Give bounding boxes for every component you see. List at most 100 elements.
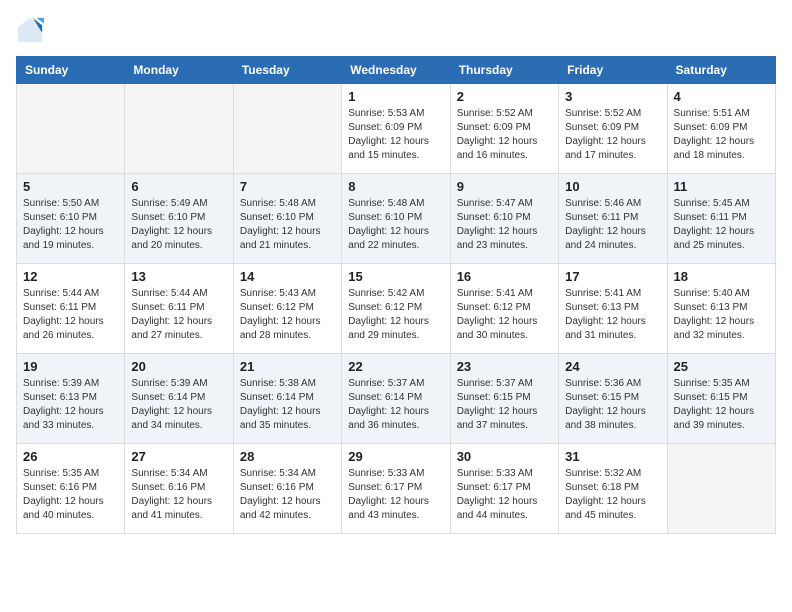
calendar-table: SundayMondayTuesdayWednesdayThursdayFrid… bbox=[16, 56, 776, 534]
day-number: 9 bbox=[457, 179, 552, 194]
logo bbox=[16, 16, 50, 44]
calendar-cell: 29 Sunrise: 5:33 AMSunset: 6:17 PMDayligh… bbox=[342, 444, 450, 534]
day-number: 30 bbox=[457, 449, 552, 464]
day-number: 5 bbox=[23, 179, 118, 194]
day-number: 23 bbox=[457, 359, 552, 374]
day-number: 11 bbox=[674, 179, 769, 194]
weekday-header-tuesday: Tuesday bbox=[233, 57, 341, 84]
day-number: 10 bbox=[565, 179, 660, 194]
day-info: Sunrise: 5:34 AMSunset: 6:16 PMDaylight:… bbox=[131, 467, 226, 523]
calendar-cell bbox=[125, 84, 233, 174]
calendar-cell: 19 Sunrise: 5:39 AMSunset: 6:13 PMDayligh… bbox=[17, 354, 125, 444]
day-number: 7 bbox=[240, 179, 335, 194]
day-info: Sunrise: 5:40 AMSunset: 6:13 PMDaylight:… bbox=[674, 287, 769, 343]
weekday-header-thursday: Thursday bbox=[450, 57, 558, 84]
day-number: 3 bbox=[565, 89, 660, 104]
day-number: 21 bbox=[240, 359, 335, 374]
calendar-cell: 15 Sunrise: 5:42 AMSunset: 6:12 PMDayligh… bbox=[342, 264, 450, 354]
calendar-cell: 23 Sunrise: 5:37 AMSunset: 6:15 PMDayligh… bbox=[450, 354, 558, 444]
calendar-week-row: 1 Sunrise: 5:53 AMSunset: 6:09 PMDaylight… bbox=[17, 84, 776, 174]
day-info: Sunrise: 5:38 AMSunset: 6:14 PMDaylight:… bbox=[240, 377, 335, 433]
day-info: Sunrise: 5:45 AMSunset: 6:11 PMDaylight:… bbox=[674, 197, 769, 253]
weekday-header-monday: Monday bbox=[125, 57, 233, 84]
calendar-cell: 4 Sunrise: 5:51 AMSunset: 6:09 PMDaylight… bbox=[667, 84, 775, 174]
day-info: Sunrise: 5:48 AMSunset: 6:10 PMDaylight:… bbox=[240, 197, 335, 253]
day-number: 25 bbox=[674, 359, 769, 374]
day-info: Sunrise: 5:33 AMSunset: 6:17 PMDaylight:… bbox=[348, 467, 443, 523]
calendar-cell: 24 Sunrise: 5:36 AMSunset: 6:15 PMDayligh… bbox=[559, 354, 667, 444]
day-number: 28 bbox=[240, 449, 335, 464]
day-number: 13 bbox=[131, 269, 226, 284]
calendar-cell: 8 Sunrise: 5:48 AMSunset: 6:10 PMDaylight… bbox=[342, 174, 450, 264]
day-info: Sunrise: 5:48 AMSunset: 6:10 PMDaylight:… bbox=[348, 197, 443, 253]
day-info: Sunrise: 5:39 AMSunset: 6:14 PMDaylight:… bbox=[131, 377, 226, 433]
weekday-header-row: SundayMondayTuesdayWednesdayThursdayFrid… bbox=[17, 57, 776, 84]
calendar-cell: 14Sunrise: 5:43 AMSunset: 6:12 PMDayligh… bbox=[233, 264, 341, 354]
day-info: Sunrise: 5:52 AMSunset: 6:09 PMDaylight:… bbox=[565, 107, 660, 163]
calendar-cell: 21 Sunrise: 5:38 AMSunset: 6:14 PMDayligh… bbox=[233, 354, 341, 444]
calendar-cell: 2Sunrise: 5:52 AMSunset: 6:09 PMDaylight… bbox=[450, 84, 558, 174]
day-number: 15 bbox=[348, 269, 443, 284]
calendar-cell: 13Sunrise: 5:44 AMSunset: 6:11 PMDayligh… bbox=[125, 264, 233, 354]
day-info: Sunrise: 5:49 AMSunset: 6:10 PMDaylight:… bbox=[131, 197, 226, 253]
calendar-cell: 28 Sunrise: 5:34 AMSunset: 6:16 PMDayligh… bbox=[233, 444, 341, 534]
calendar-cell bbox=[17, 84, 125, 174]
day-number: 12 bbox=[23, 269, 118, 284]
calendar-cell: 25 Sunrise: 5:35 AMSunset: 6:15 PMDayligh… bbox=[667, 354, 775, 444]
day-number: 26 bbox=[23, 449, 118, 464]
calendar-cell: 22Sunrise: 5:37 AMSunset: 6:14 PMDayligh… bbox=[342, 354, 450, 444]
logo-icon bbox=[16, 16, 44, 44]
day-info: Sunrise: 5:39 AMSunset: 6:13 PMDaylight:… bbox=[23, 377, 118, 433]
day-info: Sunrise: 5:52 AMSunset: 6:09 PMDaylight:… bbox=[457, 107, 552, 163]
day-number: 29 bbox=[348, 449, 443, 464]
day-number: 6 bbox=[131, 179, 226, 194]
calendar-cell: 9 Sunrise: 5:47 AMSunset: 6:10 PMDaylight… bbox=[450, 174, 558, 264]
day-number: 17 bbox=[565, 269, 660, 284]
day-number: 24 bbox=[565, 359, 660, 374]
day-info: Sunrise: 5:37 AMSunset: 6:15 PMDaylight:… bbox=[457, 377, 552, 433]
day-number: 22 bbox=[348, 359, 443, 374]
day-number: 31 bbox=[565, 449, 660, 464]
day-info: Sunrise: 5:36 AMSunset: 6:15 PMDaylight:… bbox=[565, 377, 660, 433]
calendar-cell: 7 Sunrise: 5:48 AMSunset: 6:10 PMDaylight… bbox=[233, 174, 341, 264]
calendar-cell: 12Sunrise: 5:44 AMSunset: 6:11 PMDayligh… bbox=[17, 264, 125, 354]
day-info: Sunrise: 5:41 AMSunset: 6:12 PMDaylight:… bbox=[457, 287, 552, 343]
day-number: 14 bbox=[240, 269, 335, 284]
calendar-cell bbox=[667, 444, 775, 534]
day-number: 8 bbox=[348, 179, 443, 194]
day-info: Sunrise: 5:35 AMSunset: 6:15 PMDaylight:… bbox=[674, 377, 769, 433]
calendar-cell: 10Sunrise: 5:46 AMSunset: 6:11 PMDayligh… bbox=[559, 174, 667, 264]
calendar-cell: 17Sunrise: 5:41 AMSunset: 6:13 PMDayligh… bbox=[559, 264, 667, 354]
calendar-cell: 3 Sunrise: 5:52 AMSunset: 6:09 PMDaylight… bbox=[559, 84, 667, 174]
calendar-cell: 31Sunrise: 5:32 AMSunset: 6:18 PMDayligh… bbox=[559, 444, 667, 534]
day-number: 4 bbox=[674, 89, 769, 104]
calendar-week-row: 26 Sunrise: 5:35 AMSunset: 6:16 PMDayligh… bbox=[17, 444, 776, 534]
day-number: 1 bbox=[348, 89, 443, 104]
calendar-cell: 11 Sunrise: 5:45 AMSunset: 6:11 PMDayligh… bbox=[667, 174, 775, 264]
calendar-cell bbox=[233, 84, 341, 174]
day-info: Sunrise: 5:33 AMSunset: 6:17 PMDaylight:… bbox=[457, 467, 552, 523]
day-info: Sunrise: 5:53 AMSunset: 6:09 PMDaylight:… bbox=[348, 107, 443, 163]
day-info: Sunrise: 5:42 AMSunset: 6:12 PMDaylight:… bbox=[348, 287, 443, 343]
day-number: 27 bbox=[131, 449, 226, 464]
day-info: Sunrise: 5:50 AMSunset: 6:10 PMDaylight:… bbox=[23, 197, 118, 253]
calendar-cell: 30 Sunrise: 5:33 AMSunset: 6:17 PMDayligh… bbox=[450, 444, 558, 534]
calendar-cell: 18 Sunrise: 5:40 AMSunset: 6:13 PMDayligh… bbox=[667, 264, 775, 354]
day-info: Sunrise: 5:47 AMSunset: 6:10 PMDaylight:… bbox=[457, 197, 552, 253]
day-info: Sunrise: 5:51 AMSunset: 6:09 PMDaylight:… bbox=[674, 107, 769, 163]
day-info: Sunrise: 5:34 AMSunset: 6:16 PMDaylight:… bbox=[240, 467, 335, 523]
calendar-week-row: 5 Sunrise: 5:50 AMSunset: 6:10 PMDaylight… bbox=[17, 174, 776, 264]
calendar-cell: 26 Sunrise: 5:35 AMSunset: 6:16 PMDayligh… bbox=[17, 444, 125, 534]
calendar-cell: 27 Sunrise: 5:34 AMSunset: 6:16 PMDayligh… bbox=[125, 444, 233, 534]
day-number: 18 bbox=[674, 269, 769, 284]
weekday-header-saturday: Saturday bbox=[667, 57, 775, 84]
calendar-week-row: 12Sunrise: 5:44 AMSunset: 6:11 PMDayligh… bbox=[17, 264, 776, 354]
day-number: 20 bbox=[131, 359, 226, 374]
calendar-cell: 6 Sunrise: 5:49 AMSunset: 6:10 PMDaylight… bbox=[125, 174, 233, 264]
calendar-cell: 20 Sunrise: 5:39 AMSunset: 6:14 PMDayligh… bbox=[125, 354, 233, 444]
calendar-cell: 5 Sunrise: 5:50 AMSunset: 6:10 PMDaylight… bbox=[17, 174, 125, 264]
day-number: 19 bbox=[23, 359, 118, 374]
weekday-header-sunday: Sunday bbox=[17, 57, 125, 84]
calendar-week-row: 19 Sunrise: 5:39 AMSunset: 6:13 PMDayligh… bbox=[17, 354, 776, 444]
day-info: Sunrise: 5:35 AMSunset: 6:16 PMDaylight:… bbox=[23, 467, 118, 523]
